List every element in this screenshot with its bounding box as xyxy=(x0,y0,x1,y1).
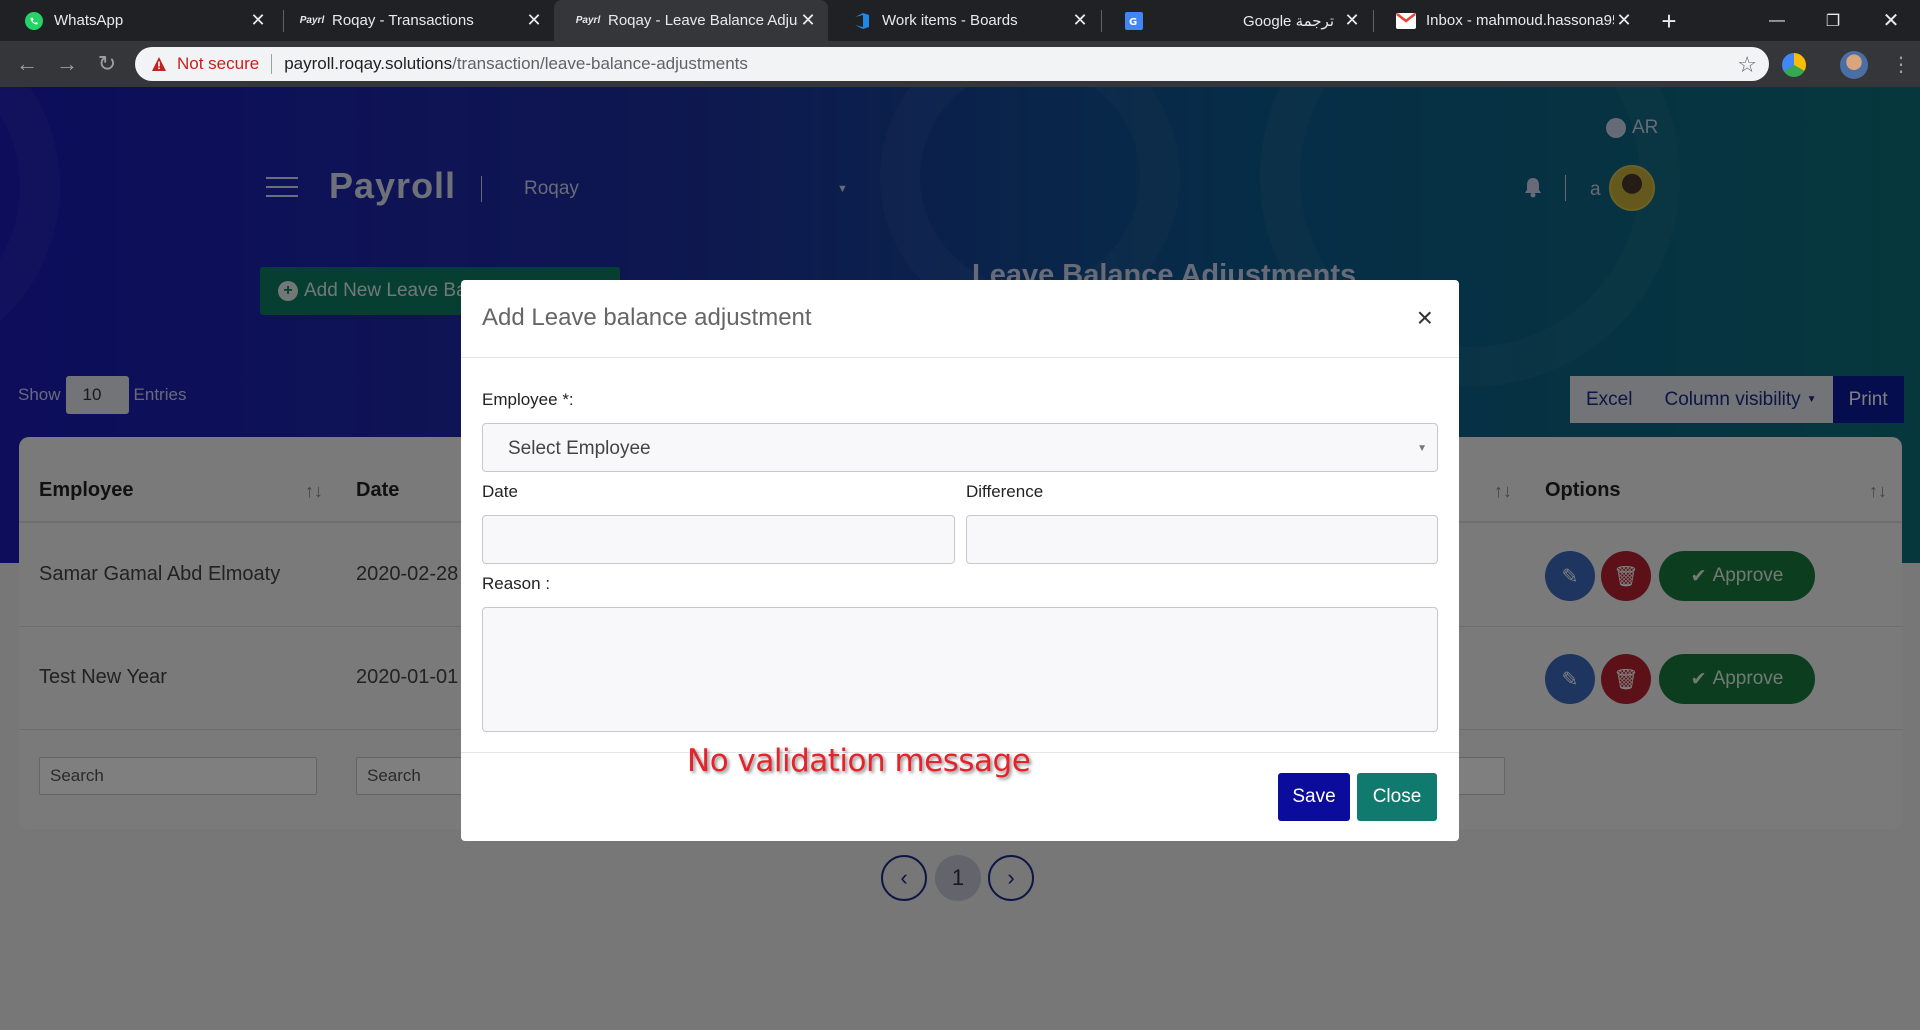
caret-down-icon: ▼ xyxy=(1417,443,1427,454)
browser-tab-strip: WhatsApp ✕ Payrl Roqay - Transactions ✕ … xyxy=(0,0,1920,41)
tab-label: Work items - Boards xyxy=(882,12,1018,29)
whatsapp-icon xyxy=(24,11,44,31)
minimize-icon[interactable]: — xyxy=(1752,0,1802,41)
close-icon[interactable]: ✕ xyxy=(1614,10,1634,31)
tab-label: WhatsApp xyxy=(54,12,124,29)
address-bar[interactable]: Not secure payroll.roqay.solutions /tran… xyxy=(135,47,1769,81)
payroll-icon: Payrl xyxy=(299,15,325,26)
tab-label: Roqay - Transactions xyxy=(332,12,474,29)
save-button[interactable]: Save xyxy=(1278,773,1350,821)
gmail-icon xyxy=(1396,11,1416,31)
window-close-icon[interactable]: ✕ xyxy=(1866,0,1916,41)
difference-label: Difference xyxy=(966,482,1044,501)
difference-field[interactable] xyxy=(966,515,1438,564)
profile-avatar[interactable] xyxy=(1840,51,1868,79)
close-button[interactable]: Close xyxy=(1357,773,1437,821)
close-icon[interactable]: ✕ xyxy=(798,10,818,31)
date-field[interactable] xyxy=(482,515,955,564)
close-icon[interactable]: × xyxy=(1417,302,1433,334)
restore-icon[interactable]: ❐ xyxy=(1808,0,1858,41)
close-icon[interactable]: ✕ xyxy=(1070,10,1090,31)
tab-transactions[interactable]: Payrl Roqay - Transactions ✕ xyxy=(278,0,554,41)
employee-select-value: Select Employee xyxy=(508,438,651,459)
url-path: /transaction/leave-balance-adjustments xyxy=(452,54,748,73)
extension-icon[interactable] xyxy=(1782,53,1806,77)
close-icon[interactable]: ✕ xyxy=(524,10,544,31)
browser-toolbar: ← → ↻ Not secure payroll.roqay.solutions… xyxy=(0,41,1920,87)
url-host: payroll.roqay.solutions xyxy=(284,54,453,73)
employee-select[interactable]: Select Employee ▼ xyxy=(482,423,1438,472)
not-secure-label[interactable]: Not secure xyxy=(177,54,259,74)
payroll-icon: Payrl xyxy=(575,15,601,26)
bookmark-star-icon[interactable]: ☆ xyxy=(1737,52,1757,78)
svg-text:G: G xyxy=(1129,17,1137,28)
modal-header: Add Leave balance adjustment × xyxy=(461,280,1459,358)
back-icon[interactable]: ← xyxy=(12,49,42,79)
close-icon[interactable]: ✕ xyxy=(248,10,268,31)
tab-gmail[interactable]: Inbox - mahmoud.hassona95 ✕ xyxy=(1372,0,1644,41)
warning-icon xyxy=(151,56,167,72)
reason-label: Reason : xyxy=(482,574,551,593)
tab-google-translate[interactable]: G Google ترجمة ✕ xyxy=(1100,0,1372,41)
azure-devops-icon xyxy=(852,11,872,31)
tab-label: Inbox - mahmoud.hassona95 xyxy=(1426,12,1614,29)
tab-leave-balance[interactable]: Payrl Roqay - Leave Balance Adjus ✕ xyxy=(554,0,828,41)
forward-icon[interactable]: → xyxy=(52,49,82,79)
new-tab-icon[interactable]: + xyxy=(1654,6,1684,36)
google-translate-icon: G xyxy=(1124,11,1144,31)
modal-title: Add Leave balance adjustment xyxy=(482,304,812,331)
tab-label: Google ترجمة xyxy=(1243,12,1334,30)
tab-work-items[interactable]: Work items - Boards ✕ xyxy=(828,0,1100,41)
tab-whatsapp[interactable]: WhatsApp ✕ xyxy=(0,0,278,41)
close-icon[interactable]: ✕ xyxy=(1342,10,1362,31)
tab-label: Roqay - Leave Balance Adjus xyxy=(608,12,798,29)
validation-annotation: No validation message xyxy=(687,743,1031,779)
menu-dots-icon[interactable]: ⋮ xyxy=(1886,49,1916,79)
date-label: Date xyxy=(482,482,518,501)
reason-textarea[interactable] xyxy=(482,607,1438,732)
reload-icon[interactable]: ↻ xyxy=(92,49,122,79)
omnibox-divider xyxy=(271,54,273,74)
employee-label: Employee *: xyxy=(482,390,574,409)
